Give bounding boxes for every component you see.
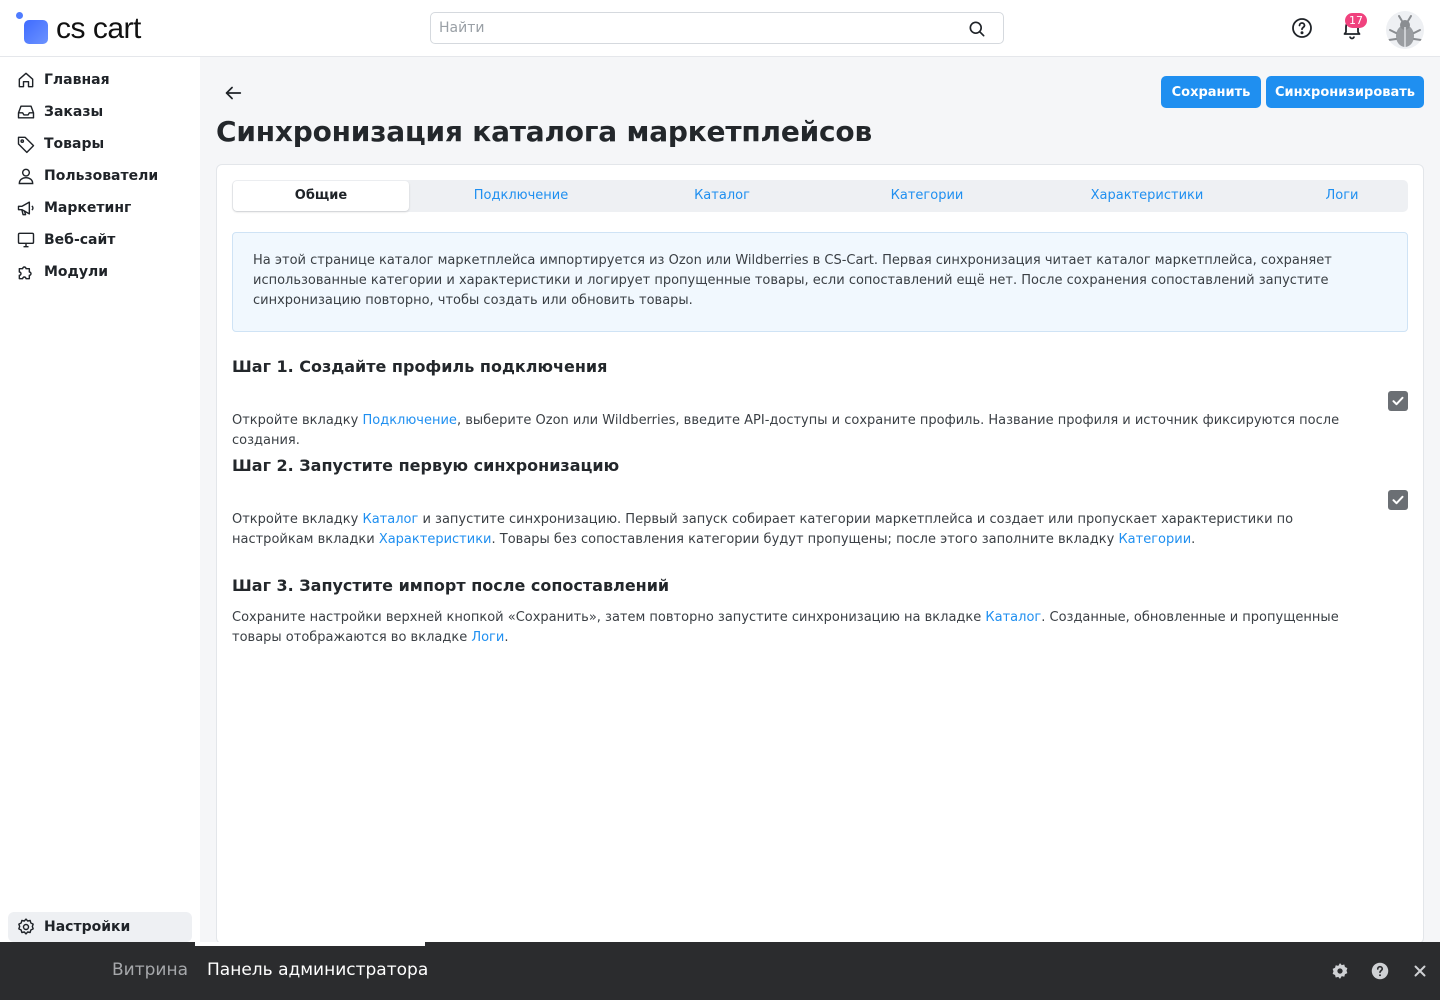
logo-mark-icon (16, 12, 50, 46)
logo-text: cs cart (56, 12, 141, 45)
sidebar-item-label: Маркетинг (44, 200, 132, 216)
tab-catalog[interactable]: Каталог (637, 180, 807, 212)
search-box (430, 12, 1004, 44)
sidebar-item-label: Пользователи (44, 168, 159, 184)
cs-cart-logo[interactable]: cs cart (16, 11, 141, 47)
link-catalog-tab[interactable]: Каталог (362, 512, 418, 527)
sidebar-item-label: Модули (44, 264, 109, 280)
sidebar-item-label: Заказы (44, 104, 104, 120)
avatar[interactable] (1386, 11, 1424, 49)
active-tab-indicator (195, 942, 425, 946)
notification-badge: 17 (1345, 13, 1367, 28)
search-icon[interactable] (967, 19, 987, 39)
help-icon[interactable] (1371, 962, 1389, 980)
megaphone-icon (17, 201, 34, 216)
checkmark-icon (1392, 396, 1404, 406)
tab-bar: Общие Подключение Каталог Категории Хара… (232, 180, 1408, 212)
bottom-bar: Витрина Панель администратора (0, 942, 1440, 1000)
puzzle-icon (18, 266, 32, 280)
close-icon[interactable] (1411, 962, 1429, 980)
step-1-text: Откройте вкладку Подключение, выберите O… (232, 413, 1340, 448)
arrow-left-icon[interactable] (222, 82, 244, 104)
tab-characteristics[interactable]: Характеристики (1042, 180, 1252, 212)
content-card: Общие Подключение Каталог Категории Хара… (216, 164, 1424, 944)
synchronize-button[interactable]: Синхронизировать (1266, 76, 1424, 108)
top-header: cs cart 17 (0, 0, 1440, 57)
sidebar: Главная Заказы Товары Пользователи Марке… (0, 57, 200, 942)
user-icon (18, 168, 34, 185)
help-icon[interactable] (1290, 16, 1314, 40)
step-2-checkbox[interactable] (1388, 490, 1408, 510)
main-content: Сохранить Синхронизировать Синхронизация… (200, 57, 1440, 944)
tab-logs[interactable]: Логи (1272, 180, 1412, 212)
tag-icon (17, 136, 35, 154)
tab-general[interactable]: Общие (233, 181, 409, 211)
sidebar-item-label: Главная (44, 72, 110, 88)
sidebar-item-home[interactable]: Главная (8, 65, 192, 95)
bug-avatar-icon (1388, 15, 1422, 47)
sidebar-item-website[interactable]: Веб-сайт (8, 225, 192, 255)
tab-categories[interactable]: Категории (832, 180, 1022, 212)
link-logs-tab[interactable]: Логи (471, 630, 504, 645)
link-catalog-tab[interactable]: Каталог (985, 610, 1041, 625)
step-1-checkbox[interactable] (1388, 391, 1408, 411)
step-3-title: Шаг 3. Запустите импорт после сопоставле… (232, 576, 670, 595)
inbox-icon (17, 105, 35, 119)
step-2-title: Шаг 2. Запустите первую синхронизацию (232, 456, 620, 475)
search-input[interactable] (431, 13, 951, 43)
save-button[interactable]: Сохранить (1161, 76, 1261, 108)
sidebar-item-orders[interactable]: Заказы (8, 97, 192, 127)
sidebar-item-products[interactable]: Товары (8, 129, 192, 159)
admin-panel-tab[interactable]: Панель администратора (207, 960, 428, 980)
gear-icon (18, 918, 34, 935)
page-title: Синхронизация каталога маркетплейсов (216, 115, 872, 148)
link-connection-tab[interactable]: Подключение (362, 413, 456, 428)
step-1-title: Шаг 1. Создайте профиль подключения (232, 357, 608, 376)
home-icon (18, 72, 34, 88)
sidebar-item-marketing[interactable]: Маркетинг (8, 193, 192, 223)
step-3-text: Сохраните настройки верхней кнопкой «Сох… (232, 610, 1339, 645)
gear-icon[interactable] (1331, 962, 1349, 980)
checkmark-icon (1392, 495, 1404, 505)
storefront-tab[interactable]: Витрина (112, 960, 188, 980)
tab-connection[interactable]: Подключение (432, 180, 610, 212)
step-2-text: Откройте вкладку Каталог и запустите син… (232, 512, 1294, 547)
link-characteristics-tab[interactable]: Характеристики (379, 532, 492, 547)
sidebar-item-users[interactable]: Пользователи (8, 161, 192, 191)
sidebar-item-label: Настройки (44, 919, 131, 935)
link-categories-tab[interactable]: Категории (1118, 532, 1191, 547)
monitor-icon (17, 232, 35, 248)
sidebar-item-modules[interactable]: Модули (8, 257, 192, 287)
sidebar-item-label: Товары (44, 136, 105, 152)
sidebar-item-label: Веб-сайт (44, 232, 116, 248)
info-notice: На этой странице каталог маркетплейса им… (232, 232, 1408, 332)
sidebar-item-settings[interactable]: Настройки (8, 912, 192, 942)
